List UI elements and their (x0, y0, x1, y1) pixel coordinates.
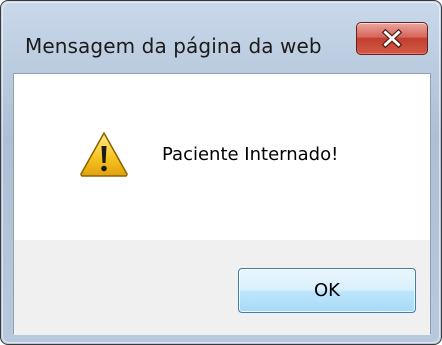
close-icon (381, 28, 403, 49)
close-button[interactable] (356, 22, 428, 55)
message-text: Paciente Internado! (162, 144, 339, 165)
message-area: Paciente Internado! (14, 74, 430, 240)
dialog-client-area: Paciente Internado! OK (13, 73, 431, 335)
button-bar: OK (14, 240, 430, 335)
titlebar[interactable]: Mensagem da página da web (1, 1, 441, 73)
ok-button[interactable]: OK (238, 268, 416, 313)
warning-icon (80, 132, 128, 177)
dialog-window: Mensagem da página da web Paciente Inter… (0, 0, 442, 345)
dialog-title: Mensagem da página da web (25, 34, 322, 58)
